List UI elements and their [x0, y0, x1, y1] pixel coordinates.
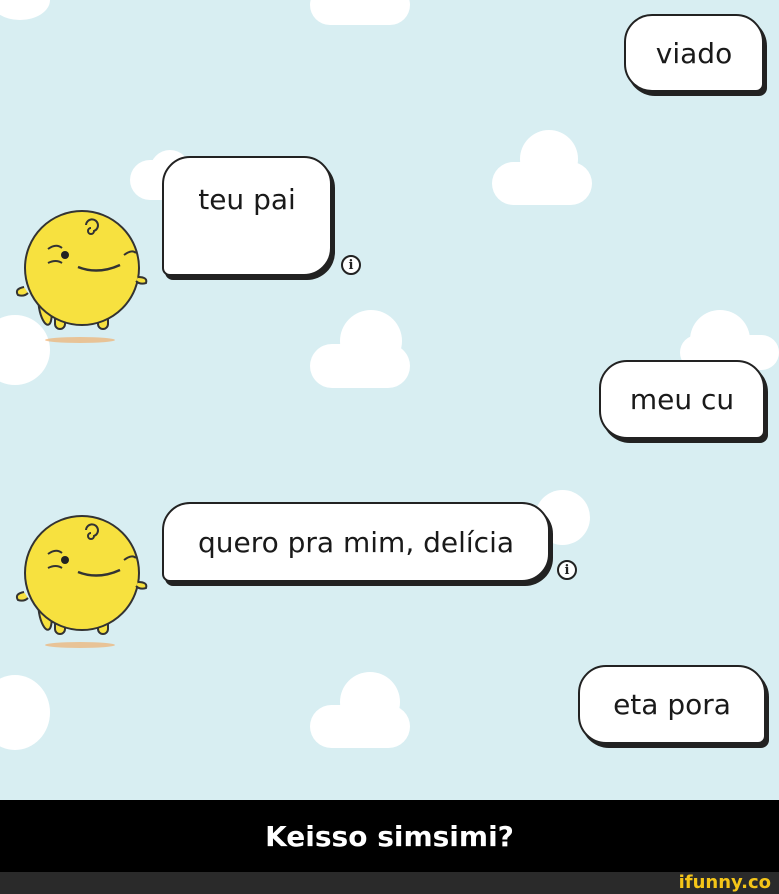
cloud-decoration [310, 0, 410, 25]
info-circle-icon[interactable]: i [341, 255, 361, 275]
cloud-decoration [492, 130, 592, 205]
footer-bar: ifunny.co [0, 872, 779, 894]
bot-message-bubble: teu pai [162, 156, 332, 276]
simsimi-character-icon [15, 515, 148, 648]
message-text: meu cu [629, 383, 735, 416]
simsimi-avatar [10, 510, 150, 650]
caption-text: Keisso simsimi? [265, 819, 514, 853]
info-circle-icon[interactable]: i [557, 560, 577, 580]
message-text: teu pai [198, 183, 296, 216]
simsimi-avatar [10, 205, 150, 345]
watermark-logo: ifunny.co [678, 872, 771, 893]
user-message-bubble: meu cu [599, 360, 765, 439]
message-text: viado [655, 36, 733, 70]
caption-bar: Keisso simsimi? [0, 800, 779, 872]
cloud-decoration [0, 0, 60, 20]
cloud-decoration [310, 672, 410, 748]
message-text: eta pora [613, 688, 731, 721]
simsimi-character-icon [15, 210, 148, 343]
message-text: quero pra mim, delícia [197, 525, 515, 559]
bot-message-bubble: quero pra mim, delícia [162, 502, 550, 582]
cloud-decoration [310, 310, 410, 388]
cloud-decoration [0, 675, 50, 750]
user-message-bubble: eta pora [578, 665, 766, 744]
chat-area[interactable]: viado teu pai i meu cu quero pra mim, de… [0, 0, 779, 800]
user-message-bubble: viado [624, 14, 764, 92]
